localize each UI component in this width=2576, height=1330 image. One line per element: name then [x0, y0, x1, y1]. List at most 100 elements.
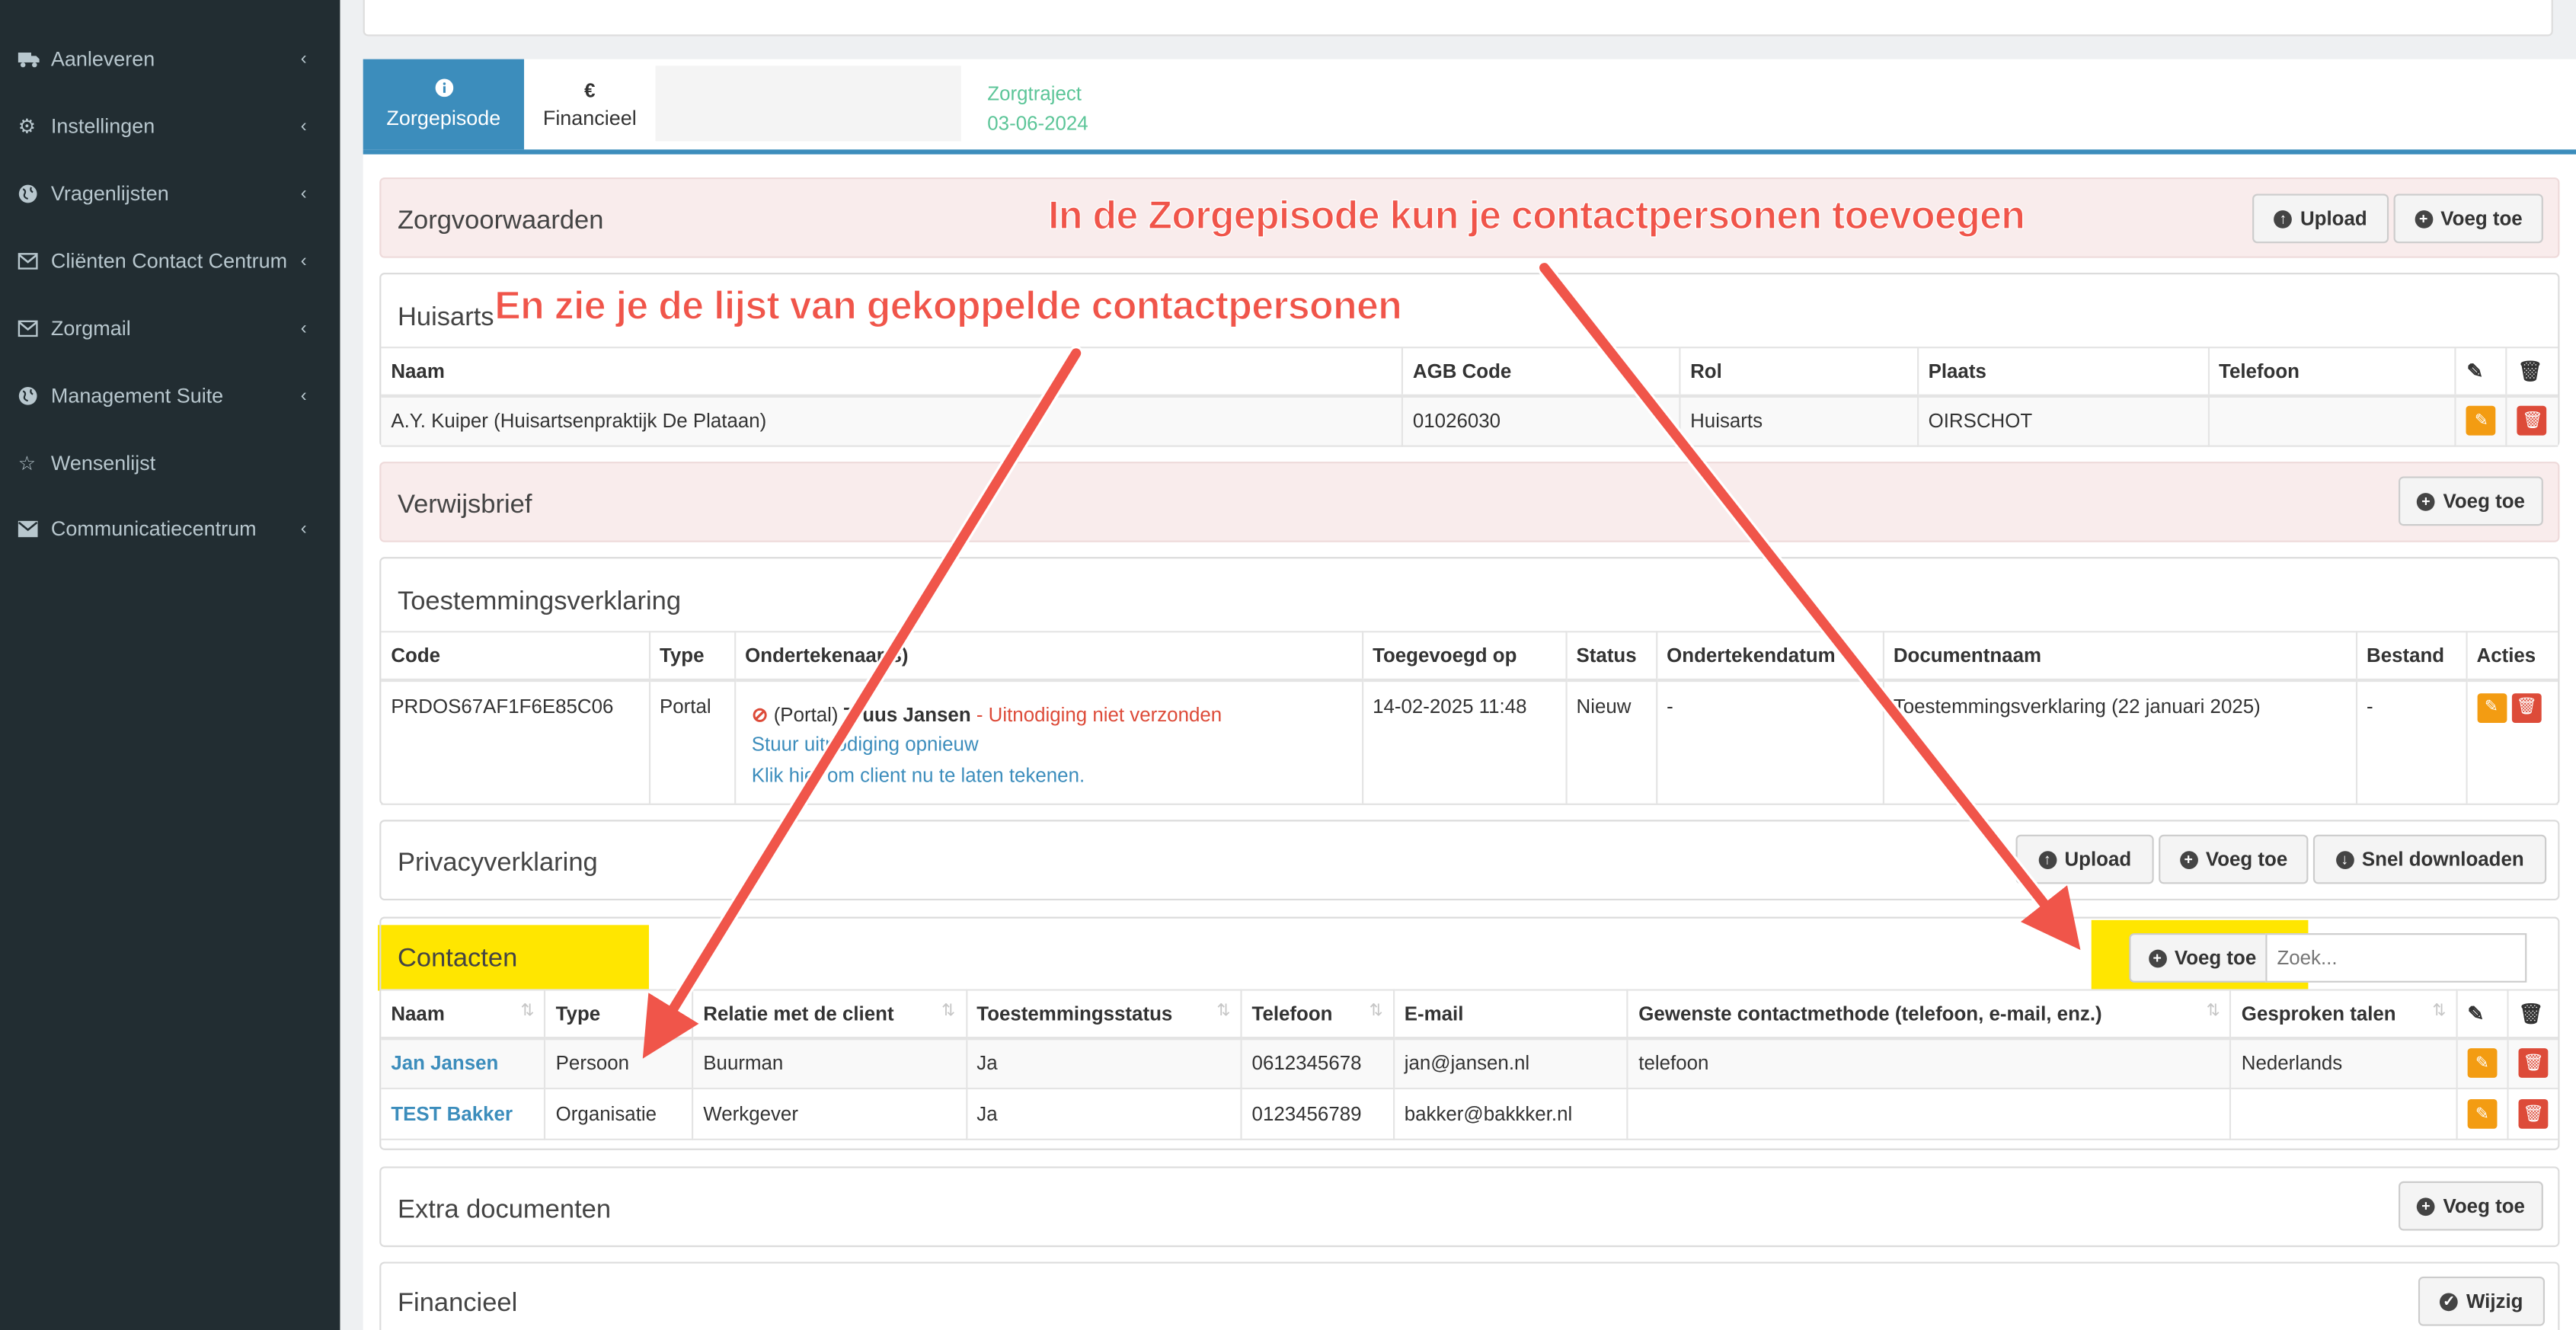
zorgtraject-date: 03-06-2024: [987, 111, 1088, 135]
sidebar-item-management-suite[interactable]: Management Suite ‹: [0, 363, 340, 429]
cell-relatie: Buurman: [692, 1037, 967, 1090]
table-row: A.Y. Kuiper (Huisartsenpraktijk De Plata…: [381, 395, 2558, 447]
delete-button[interactable]: 🗑: [2517, 406, 2548, 436]
quick-download-button[interactable]: ↓ Snel downloaden: [2312, 834, 2547, 884]
sidebar-item-communicatiecentrum[interactable]: Communicatiecentrum ‹: [0, 496, 340, 561]
upload-icon: ↑: [2274, 209, 2293, 228]
upload-button[interactable]: ↑ Upload: [2015, 834, 2154, 884]
app-window: Aanleveren ‹ ⚙ Instellingen ‹ Vragenlijs…: [0, 0, 2576, 1330]
delete-button[interactable]: 🗑: [2518, 1098, 2549, 1129]
section-title: Verwijsbrief: [397, 491, 532, 520]
annotation-contact-list: En zie je de lijst van gekoppelde contac…: [494, 283, 1403, 329]
cell-methode: telefoon: [1628, 1037, 2232, 1090]
cell-relatie: Werkgever: [692, 1088, 967, 1140]
col-header: AGB Code: [1401, 347, 1681, 397]
zorgtraject-info[interactable]: Zorgtraject 03-06-2024: [987, 79, 1088, 139]
edit-button[interactable]: ✎: [2467, 1098, 2498, 1129]
tab-label: Financieel: [542, 107, 637, 130]
zorgtraject-label: Zorgtraject: [987, 82, 1082, 106]
edit-financieel-button[interactable]: ✓ Wijzig: [2418, 1276, 2546, 1326]
button-label: Upload: [2300, 206, 2367, 230]
resend-invite-link[interactable]: Stuur uitnodiging opnieuw: [752, 730, 1351, 760]
cell-file: -: [2355, 679, 2467, 805]
add-button[interactable]: + Voeg toe: [2159, 834, 2309, 884]
sidebar-item-label: Wensenlijst: [50, 452, 156, 475]
contact-search-input[interactable]: [2265, 933, 2527, 983]
cell-talen: [2230, 1088, 2458, 1140]
pencil-icon: ✎: [2456, 347, 2508, 397]
contact-name-link[interactable]: Jan Jansen: [381, 1037, 546, 1090]
sidebar-item-label: Cliënten Contact Centrum: [50, 249, 288, 273]
signer-prefix: (Portal): [773, 702, 839, 726]
header-label: Gewenste contactmethode (telefoon, e-mai…: [1638, 1002, 2102, 1025]
privacyverklaring-box: Privacyverklaring ↑ Upload + Voeg toe ↓ Sne…: [379, 820, 2560, 900]
cell-plaats: OIRSCHOT: [1917, 395, 2210, 447]
add-contact-button[interactable]: + Voeg toe: [2129, 933, 2276, 983]
col-header-relatie[interactable]: Relatie met de client ⇅: [692, 989, 967, 1040]
sort-icon: ⇅: [1369, 1002, 1383, 1020]
globe-icon: [0, 184, 51, 204]
sidebar-item-label: Vragenlijsten: [50, 182, 169, 206]
col-header-talen[interactable]: Gesproken talen ⇅: [2230, 989, 2458, 1040]
col-header: Code: [381, 631, 650, 682]
delete-button[interactable]: 🗑: [2518, 1048, 2549, 1079]
delete-button[interactable]: 🗑: [2511, 692, 2542, 722]
sidebar-item-instellingen[interactable]: ⚙ Instellingen ‹: [0, 94, 340, 159]
upload-icon: ↑: [2037, 850, 2057, 868]
toestemmingsverklaring-box: Toestemmingsverklaring Code Type Onderte…: [379, 557, 2560, 805]
add-button[interactable]: + Voeg toe: [2399, 476, 2543, 526]
cell-telefoon: 0612345678: [1241, 1037, 1395, 1090]
col-header-email[interactable]: E-mail: [1393, 989, 1629, 1040]
contact-name-link[interactable]: TEST Bakker: [381, 1088, 546, 1140]
header-label: Gesproken talen: [2241, 1002, 2396, 1025]
toestemming-table: Code Type Ondertekenaar(s) Toegevoegd op…: [381, 631, 2558, 805]
plus-circle-icon: +: [2417, 1197, 2435, 1216]
header-label: Telefoon: [1251, 1002, 1333, 1025]
button-label: Upload: [2064, 847, 2132, 871]
upload-button[interactable]: ↑ Upload: [2252, 193, 2389, 244]
col-header: Status: [1565, 631, 1657, 682]
plus-circle-icon: +: [2414, 209, 2433, 228]
check-circle-icon: ✓: [2440, 1292, 2459, 1311]
delete-cell: 🗑: [2507, 395, 2558, 447]
chevron-left-icon: ‹: [300, 385, 307, 406]
col-header-toestemming[interactable]: Toestemmingsstatus ⇅: [966, 989, 1242, 1040]
sidebar-item-label: Communicatiecentrum: [50, 517, 257, 541]
edit-button[interactable]: ✎: [2467, 1048, 2498, 1079]
col-header: Ondertekenaar(s): [734, 631, 1363, 682]
section-title: Zorgvoorwaarden: [397, 206, 604, 235]
edit-button[interactable]: ✎: [2466, 406, 2497, 436]
sidebar-item-vragenlijsten[interactable]: Vragenlijsten ‹: [0, 161, 340, 226]
info-icon: [434, 78, 453, 102]
col-header-naam[interactable]: Naam ⇅: [381, 989, 546, 1040]
edit-button[interactable]: ✎: [2476, 692, 2507, 722]
add-button[interactable]: + Voeg toe: [2393, 193, 2543, 244]
cell-docname: Toestemmingsverklaring (22 januari 2025): [1882, 679, 2357, 805]
tab-zorgepisode[interactable]: Zorgepisode: [363, 59, 525, 150]
button-label: Voeg toe: [2443, 489, 2525, 513]
sidebar-item-zorgmail[interactable]: Zorgmail ‹: [0, 296, 340, 361]
tab-financieel[interactable]: € Financieel: [524, 59, 656, 150]
signer-sep: -: [970, 702, 989, 726]
col-header: Bestand: [2355, 631, 2467, 682]
col-header: Toegevoegd op: [1362, 631, 1567, 682]
sidebar-item-aanleveren[interactable]: Aanleveren ‹: [0, 27, 340, 92]
add-button[interactable]: + Voeg toe: [2399, 1181, 2543, 1231]
col-header: Documentnaam: [1882, 631, 2357, 682]
cell-type: Organisatie: [545, 1088, 694, 1140]
sign-now-link[interactable]: Klik hier om client nu te laten tekenen.: [752, 760, 1351, 791]
edit-cell: ✎: [2456, 1088, 2509, 1140]
col-header-type[interactable]: Type: [545, 989, 694, 1040]
chevron-left-icon: ‹: [300, 184, 307, 204]
contacten-box: Contacten + Voeg toe Naam ⇅ Type Relatie m…: [379, 916, 2560, 1150]
col-header-telefoon[interactable]: Telefoon ⇅: [1241, 989, 1395, 1040]
cell-status: Ja: [966, 1037, 1242, 1090]
gear-icon: ⚙: [18, 114, 36, 139]
sidebar-item-clienten-contact-centrum[interactable]: Cliënten Contact Centrum ‹: [0, 229, 340, 294]
truck-icon: [0, 51, 51, 68]
section-title: Toestemmingsverklaring: [397, 588, 682, 616]
col-header-methode[interactable]: Gewenste contactmethode (telefoon, e-mai…: [1628, 989, 2232, 1040]
sidebar-item-wensenlijst[interactable]: ☆ Wensenlijst: [0, 430, 340, 496]
euro-icon: €: [584, 78, 596, 102]
cell-type: Persoon: [545, 1037, 694, 1090]
